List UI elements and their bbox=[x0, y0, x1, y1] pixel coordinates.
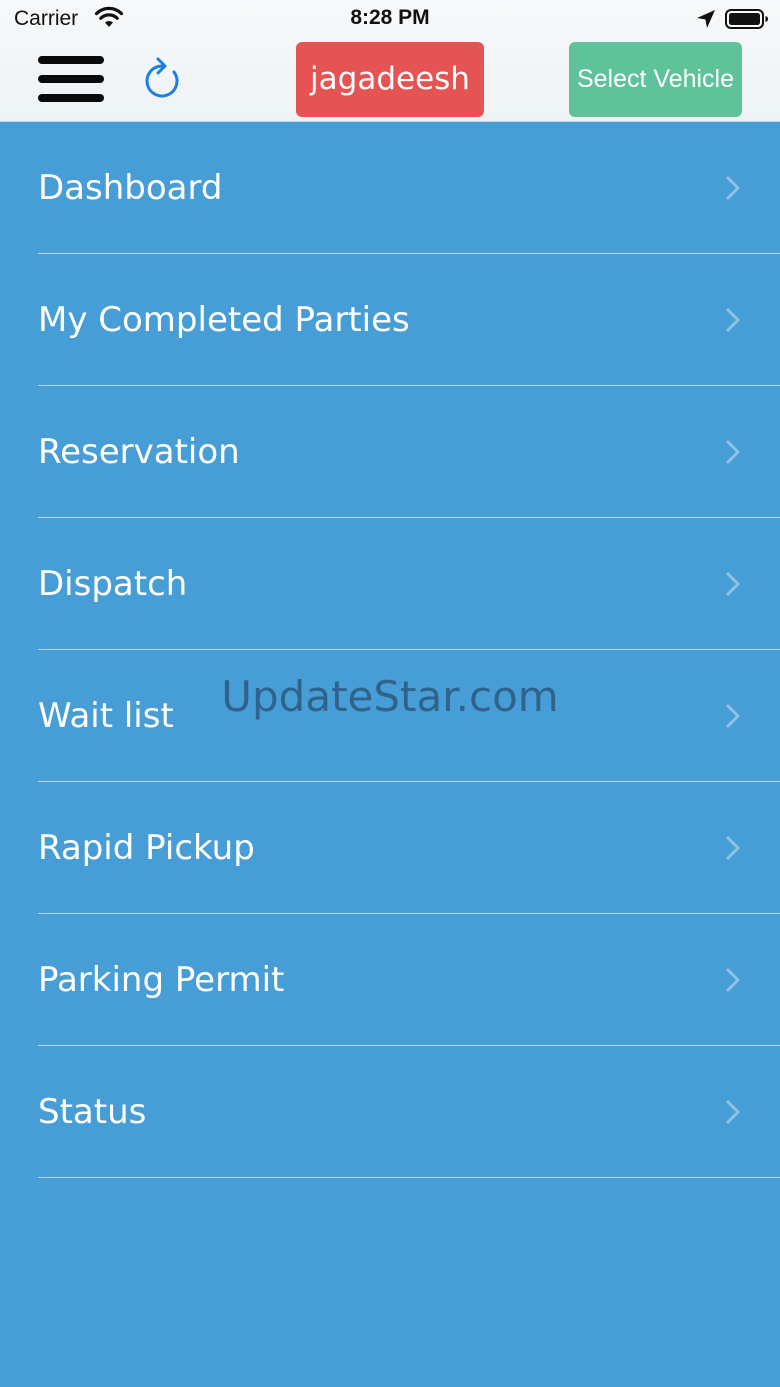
top-bar: Carrier 8:28 PM jagadeesh Select Vehicle bbox=[0, 0, 780, 122]
status-time: 8:28 PM bbox=[350, 6, 430, 29]
side-menu-list: Dashboard My Completed Parties Reservati… bbox=[0, 121, 780, 1178]
menu-item-dashboard[interactable]: Dashboard bbox=[0, 121, 780, 254]
menu-item-label: Reservation bbox=[38, 432, 240, 472]
refresh-icon[interactable] bbox=[141, 56, 183, 102]
chevron-right-icon bbox=[726, 968, 740, 992]
menu-item-reservation[interactable]: Reservation bbox=[0, 385, 780, 518]
menu-item-label: Status bbox=[38, 1092, 147, 1132]
menu-item-parking-permit[interactable]: Parking Permit bbox=[0, 913, 780, 1046]
menu-item-label: Dashboard bbox=[38, 168, 223, 208]
select-vehicle-button[interactable]: Select Vehicle bbox=[569, 42, 742, 117]
menu-item-label: Parking Permit bbox=[38, 960, 285, 1000]
status-bar: Carrier 8:28 PM bbox=[0, 0, 780, 40]
hamburger-menu-icon[interactable] bbox=[38, 54, 104, 104]
app-screen: Carrier 8:28 PM jagadeesh Select Vehicle… bbox=[0, 0, 780, 1387]
user-button[interactable]: jagadeesh bbox=[296, 42, 484, 117]
chevron-right-icon bbox=[726, 176, 740, 200]
chevron-right-icon bbox=[726, 572, 740, 596]
menu-item-label: Rapid Pickup bbox=[38, 828, 255, 868]
chevron-right-icon bbox=[726, 308, 740, 332]
battery-icon bbox=[725, 9, 768, 29]
chevron-right-icon bbox=[726, 1100, 740, 1124]
chevron-right-icon bbox=[726, 440, 740, 464]
location-arrow-icon bbox=[697, 10, 715, 28]
menu-divider bbox=[38, 1177, 780, 1178]
menu-item-dispatch[interactable]: Dispatch bbox=[0, 517, 780, 650]
menu-item-status[interactable]: Status bbox=[0, 1045, 780, 1178]
menu-item-my-completed-parties[interactable]: My Completed Parties bbox=[0, 253, 780, 386]
menu-item-label: My Completed Parties bbox=[38, 300, 410, 340]
chevron-right-icon bbox=[726, 836, 740, 860]
menu-item-rapid-pickup[interactable]: Rapid Pickup bbox=[0, 781, 780, 914]
nav-bar: jagadeesh Select Vehicle bbox=[0, 40, 780, 121]
menu-item-label: Dispatch bbox=[38, 564, 188, 604]
watermark-text: UpdateStar.com bbox=[221, 672, 559, 721]
